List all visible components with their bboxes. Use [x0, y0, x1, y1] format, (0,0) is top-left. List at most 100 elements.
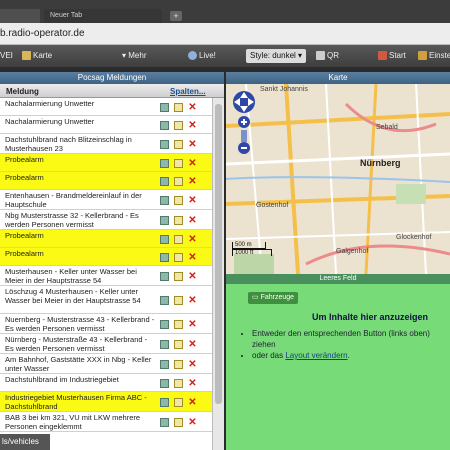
details-icon[interactable]: [160, 398, 169, 408]
delete-icon[interactable]: ✕: [188, 379, 197, 389]
edit-icon[interactable]: [174, 140, 183, 150]
scrollbar-thumb[interactable]: [215, 104, 222, 404]
table-row[interactable]: Löschzug 4 Musterhausen - Keller unter W…: [0, 286, 212, 314]
col-spalten-link[interactable]: Spalten...: [170, 87, 206, 96]
delete-icon[interactable]: ✕: [188, 159, 197, 169]
toolbar-item-start[interactable]: Start: [378, 49, 406, 63]
gear-icon: [418, 51, 427, 61]
table-row[interactable]: Dachstuhlbrand im Industriegebiet ✕: [0, 374, 212, 392]
row-message-text: Dachstuhlbrand im Industriegebiet: [5, 375, 119, 384]
toolbar-item-qr[interactable]: QR: [316, 49, 339, 63]
edit-icon[interactable]: [174, 360, 183, 370]
details-icon[interactable]: [160, 418, 169, 428]
table-row[interactable]: Probealarm ✕: [0, 154, 212, 172]
details-icon[interactable]: [160, 340, 169, 350]
details-icon[interactable]: [160, 121, 169, 131]
details-icon[interactable]: [160, 296, 169, 306]
empty-field-title: Leeres Feld: [226, 274, 450, 284]
toolbar-item-mehr[interactable]: ▾ Mehr: [122, 49, 146, 63]
edit-icon[interactable]: [174, 340, 183, 350]
row-message-text: Dachstuhlbrand nach Blitzeinschlag in Mu…: [5, 135, 132, 153]
details-icon[interactable]: [160, 272, 169, 282]
table-row[interactable]: Nürnberg - Musterstraße 43 - Kellerbrand…: [0, 334, 212, 354]
details-icon[interactable]: [160, 177, 169, 187]
map-view[interactable]: Sankt Johannis Sebald Nürnberg Gostenhof…: [226, 84, 450, 274]
details-icon[interactable]: [160, 235, 169, 245]
delete-icon[interactable]: ✕: [188, 196, 197, 206]
table-row[interactable]: Nachalarmierung Unwetter ✕: [0, 116, 212, 134]
delete-icon[interactable]: ✕: [188, 177, 197, 187]
table-row[interactable]: Industriegebiet Musterhausen Firma ABC -…: [0, 392, 212, 412]
table-row[interactable]: Nuernberg - Musterstrasse 43 - Kellerbra…: [0, 314, 212, 334]
table-row[interactable]: Nbg Musterstrasse 32 - Kellerbrand - Es …: [0, 210, 212, 230]
map-label-sankt-johannis: Sankt Johannis: [260, 86, 308, 93]
toolbar-item-settings[interactable]: Einste: [418, 49, 450, 63]
details-icon[interactable]: [160, 103, 169, 113]
vehicles-tab[interactable]: ls/vehicles: [0, 434, 50, 450]
edit-icon[interactable]: [174, 253, 183, 263]
details-icon[interactable]: [160, 140, 169, 150]
delete-icon[interactable]: ✕: [188, 253, 197, 263]
layout-change-link[interactable]: Layout verändern: [285, 351, 347, 360]
delete-icon[interactable]: ✕: [188, 398, 197, 408]
edit-icon[interactable]: [174, 216, 183, 226]
edit-icon[interactable]: [174, 296, 183, 306]
delete-icon[interactable]: ✕: [188, 296, 197, 306]
edit-icon[interactable]: [174, 272, 183, 282]
row-actions: ✕: [160, 398, 202, 408]
delete-icon[interactable]: ✕: [188, 360, 197, 370]
table-row[interactable]: Dachstuhlbrand nach Blitzeinschlag in Mu…: [0, 134, 212, 154]
browser-tab-new[interactable]: Neuer Tab: [44, 9, 162, 23]
address-bar[interactable]: b.radio-operator.de: [0, 23, 450, 45]
delete-icon[interactable]: ✕: [188, 272, 197, 282]
browser-tab-active[interactable]: [0, 9, 40, 23]
edit-icon[interactable]: [174, 379, 183, 389]
toolbar-item-live[interactable]: Live!: [188, 49, 216, 63]
delete-icon[interactable]: ✕: [188, 140, 197, 150]
delete-icon[interactable]: ✕: [188, 121, 197, 131]
edit-icon[interactable]: [174, 235, 183, 245]
row-actions: ✕: [160, 272, 202, 282]
edit-icon[interactable]: [174, 103, 183, 113]
table-row[interactable]: Probealarm ✕: [0, 172, 212, 190]
row-message-text: Probealarm: [5, 249, 44, 258]
details-icon[interactable]: [160, 320, 169, 330]
details-icon[interactable]: [160, 159, 169, 169]
vehicles-button[interactable]: ▭ Fahrzeuge: [248, 292, 299, 304]
table-row[interactable]: Musterhausen - Keller unter Wasser bei M…: [0, 266, 212, 286]
edit-icon[interactable]: [174, 177, 183, 187]
col-meldung[interactable]: Meldung: [6, 87, 39, 96]
delete-icon[interactable]: ✕: [188, 340, 197, 350]
table-row[interactable]: Entenhausen - Brandmeldereinlauf in der …: [0, 190, 212, 210]
row-actions: ✕: [160, 140, 202, 150]
toolbar-item-vei[interactable]: VEI: [0, 49, 13, 63]
details-icon[interactable]: [160, 379, 169, 389]
new-tab-button[interactable]: +: [170, 11, 182, 21]
delete-icon[interactable]: ✕: [188, 235, 197, 245]
edit-icon[interactable]: [174, 320, 183, 330]
pan-zoom-icon[interactable]: [230, 90, 260, 160]
details-icon[interactable]: [160, 196, 169, 206]
style-select[interactable]: Style: dunkel ▾: [246, 49, 307, 63]
edit-icon[interactable]: [174, 418, 183, 428]
scrollbar[interactable]: [212, 98, 224, 450]
details-icon[interactable]: [160, 253, 169, 263]
delete-icon[interactable]: ✕: [188, 320, 197, 330]
row-message-text: Nürnberg - Musterstraße 43 - Kellerbrand…: [5, 335, 148, 353]
delete-icon[interactable]: ✕: [188, 216, 197, 226]
delete-icon[interactable]: ✕: [188, 103, 197, 113]
details-icon[interactable]: [160, 216, 169, 226]
delete-icon[interactable]: ✕: [188, 418, 197, 428]
edit-icon[interactable]: [174, 159, 183, 169]
toolbar-item-karte[interactable]: Karte: [22, 49, 52, 63]
table-row[interactable]: Nachalarmierung Unwetter ✕: [0, 98, 212, 116]
edit-icon[interactable]: [174, 121, 183, 131]
edit-icon[interactable]: [174, 398, 183, 408]
table-row[interactable]: Probealarm ✕: [0, 230, 212, 248]
row-actions: ✕: [160, 418, 202, 428]
details-icon[interactable]: [160, 360, 169, 370]
table-row[interactable]: Am Bahnhof, Gaststätte XXX in Nbg - Kell…: [0, 354, 212, 374]
table-row[interactable]: BAB 3 bei km 321, VU mit LKW mehrere Per…: [0, 412, 212, 432]
edit-icon[interactable]: [174, 196, 183, 206]
table-row[interactable]: Probealarm ✕: [0, 248, 212, 266]
